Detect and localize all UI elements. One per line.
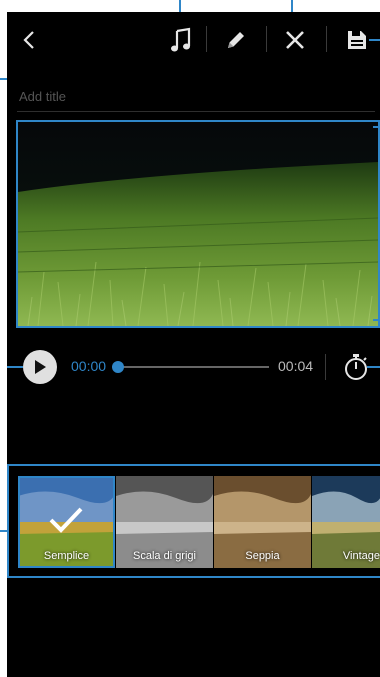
- callout-preview-bottom: [373, 319, 380, 321]
- filter-label: Semplice: [43, 550, 90, 562]
- save-icon: [348, 31, 366, 49]
- progress-thumb[interactable]: [112, 361, 124, 373]
- edit-button[interactable]: [216, 20, 256, 60]
- video-preview[interactable]: [16, 120, 380, 328]
- close-icon: [286, 31, 304, 49]
- playback-divider: [325, 354, 326, 380]
- empty-bottom-area: [7, 578, 380, 677]
- filter-label: Vintage: [342, 550, 380, 562]
- music-note-icon: [171, 27, 191, 52]
- music-button[interactable]: [161, 20, 201, 60]
- progress-track[interactable]: [117, 366, 269, 368]
- video-editor-screen: Add title 00:00 00:04 Semplice Scala di …: [7, 12, 380, 677]
- callout-preview: [373, 126, 380, 128]
- total-time: 00:04: [278, 358, 314, 374]
- toolbar-divider: [326, 26, 327, 52]
- filter-seppia[interactable]: Seppia: [214, 476, 311, 568]
- toolbar-divider: [266, 26, 267, 52]
- filter-label: Seppia: [245, 550, 280, 562]
- callout-save: [369, 39, 380, 41]
- pencil-icon: [228, 32, 244, 48]
- checkmark-icon: [49, 507, 83, 533]
- toolbar-divider: [206, 26, 207, 52]
- callout-play: [7, 366, 23, 368]
- filter-scala-di-grigi[interactable]: Scala di grigi: [116, 476, 213, 568]
- toolbar: [7, 12, 380, 66]
- playback-controls: 00:00 00:04: [7, 342, 380, 392]
- filter-semplice[interactable]: Semplice: [18, 476, 115, 568]
- current-time: 00:00: [71, 358, 107, 374]
- filter-label: Scala di grigi: [133, 550, 196, 562]
- video-frame-image: [18, 122, 378, 326]
- back-button[interactable]: [11, 20, 47, 60]
- title-input[interactable]: Add title: [17, 82, 375, 112]
- filter-vintage[interactable]: Vintage: [312, 476, 380, 568]
- filter-strip: Semplice Scala di grigi Seppia Vintage: [7, 464, 380, 578]
- callout-filters: [0, 530, 9, 532]
- callout-duration: [367, 366, 380, 368]
- back-arrow-icon: [23, 31, 34, 49]
- play-button[interactable]: [23, 350, 57, 384]
- close-button[interactable]: [275, 20, 315, 60]
- play-icon: [35, 360, 46, 374]
